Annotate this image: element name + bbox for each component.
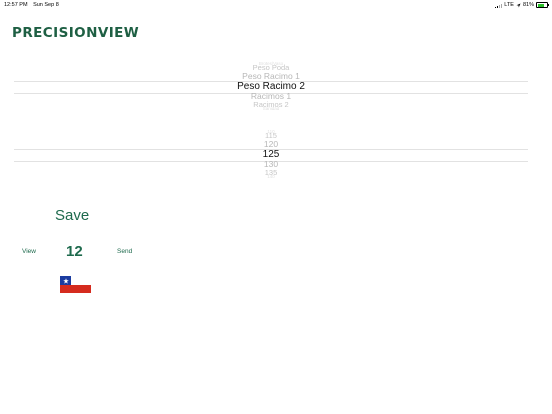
field-picker-option[interactable]: Peso Racimo 2	[14, 81, 528, 92]
battery-icon	[536, 2, 549, 8]
field-picker[interactable]: Brotes/Vaso Peso Poda Peso Racimo 1 Peso Ra…	[14, 58, 528, 116]
view-button[interactable]: View	[22, 248, 36, 255]
flag-canton	[60, 276, 71, 285]
app-logo: PRECISIONVIEW	[12, 26, 140, 41]
status-left: 12:57 PM Sun Sep 8	[4, 2, 63, 8]
send-button[interactable]: Send	[117, 248, 132, 255]
chile-flag-icon[interactable]	[60, 276, 91, 293]
flag-red-stripe	[60, 285, 91, 293]
location-arrow-icon	[516, 3, 521, 7]
status-time: 12:57 PM	[4, 2, 28, 8]
signal-icon	[495, 3, 503, 8]
value-picker-option[interactable]: 120	[14, 140, 528, 149]
field-picker-option[interactable]: Peso Racimo 1	[14, 72, 528, 81]
value-picker-option[interactable]: 140	[14, 175, 528, 180]
star-icon	[62, 277, 69, 284]
battery-percent: 81%	[522, 2, 534, 8]
record-count: 12	[66, 243, 83, 260]
network-label: LTE	[504, 2, 514, 8]
status-right: LTE 81%	[495, 2, 549, 8]
value-picker[interactable]: 110 115 120 125 130 135 140	[14, 126, 528, 184]
status-bar: 12:57 PM Sun Sep 8 LTE 81%	[0, 0, 552, 10]
battery-fill	[537, 3, 544, 7]
field-picker-option[interactable]: Sanidad	[14, 107, 528, 112]
value-picker-option[interactable]: 125	[14, 149, 528, 160]
status-date: Sun Sep 8	[33, 2, 59, 8]
battery-tip	[548, 4, 549, 6]
save-button[interactable]: Save	[55, 207, 89, 224]
